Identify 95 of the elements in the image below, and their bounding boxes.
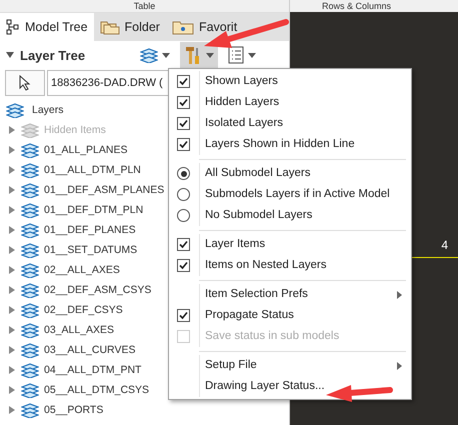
checkbox[interactable]: [177, 75, 190, 88]
layer-stack-icon: [21, 222, 39, 238]
layer-item[interactable]: 01__ALL_DTM_PLN: [44, 164, 141, 176]
layer-item[interactable]: 04__ALL_DTM_PNT: [44, 364, 142, 376]
check-icon: [179, 77, 188, 86]
layer-stack-icon: [21, 362, 39, 378]
expand-arrow-icon[interactable]: [8, 306, 16, 314]
panel-title: Layer Tree: [20, 48, 86, 62]
layer-stack-icon: [21, 162, 39, 178]
menu-item[interactable]: Setup File: [169, 355, 411, 376]
submenu-arrow-icon: [397, 290, 402, 298]
check-icon: [179, 240, 188, 249]
checkbox[interactable]: [177, 117, 190, 130]
caret-icon: [248, 52, 256, 58]
radio-button[interactable]: [177, 188, 190, 201]
layer-stack-icon: [21, 342, 39, 358]
callout-arrow: [326, 385, 393, 402]
expand-arrow-icon[interactable]: [8, 226, 16, 234]
checkbox[interactable]: [177, 96, 190, 109]
expand-arrow-icon[interactable]: [8, 246, 16, 254]
layer-stack-icon: [6, 102, 24, 118]
layer-stack-icon: [21, 202, 39, 218]
ribbon-group-label: Rows & Columns: [322, 0, 392, 12]
layer-stack-icon: [21, 302, 39, 318]
layer-stack-icon: [21, 322, 39, 338]
menu-item[interactable]: Propagate Status: [169, 305, 411, 326]
expand-arrow-icon[interactable]: [8, 166, 16, 174]
radio-button[interactable]: [177, 209, 190, 222]
dimension-label: 4: [441, 238, 448, 252]
menu-item[interactable]: Submodels Layers if in Active Model: [169, 184, 411, 205]
layer-item[interactable]: 03__ALL_CURVES: [44, 344, 136, 356]
caret-icon: [206, 52, 214, 58]
layer-stack-icon: [21, 282, 39, 298]
expand-arrow-icon[interactable]: [8, 406, 16, 414]
layer-item[interactable]: 02__DEF_ASM_CSYS: [44, 284, 152, 296]
layer-stack-icon: [21, 142, 39, 158]
expand-arrow-icon[interactable]: [8, 206, 16, 214]
layer-item[interactable]: 03_ALL_AXES: [44, 324, 114, 336]
menu-item[interactable]: Items on Nested Layers: [169, 255, 411, 276]
tree-icon: [6, 19, 20, 35]
layer-stack-icon: [21, 242, 39, 258]
expand-arrow-icon[interactable]: [8, 386, 16, 394]
layer-item[interactable]: 01__SET_DATUMS: [44, 244, 138, 256]
checkbox[interactable]: [177, 309, 190, 322]
layer-stack-icon: [21, 402, 39, 418]
pointer-icon: [19, 75, 31, 91]
menu-item[interactable]: Layer Items: [169, 234, 411, 255]
check-icon: [179, 98, 188, 107]
menu-item[interactable]: All Submodel Layers: [169, 163, 411, 184]
folders-icon: [100, 19, 120, 35]
menu-item[interactable]: Layers Shown in Hidden Line: [169, 134, 411, 155]
layer-stack-icon: [21, 182, 39, 198]
panel-tab[interactable]: Favorit: [166, 13, 244, 41]
select-button[interactable]: [5, 70, 45, 96]
star-folder-icon: [172, 19, 194, 35]
checkbox[interactable]: [177, 259, 190, 272]
layer-item[interactable]: 01__DEF_ASM_PLANES: [44, 184, 164, 196]
layer-stack-icon: [140, 47, 158, 63]
submenu-arrow-icon: [397, 362, 402, 370]
layer-item[interactable]: 02__DEF_CSYS: [44, 304, 123, 316]
check-icon: [179, 311, 188, 320]
layer-stack-icon: [21, 122, 39, 138]
tools-button[interactable]: [180, 42, 218, 68]
layer-item[interactable]: 02__ALL_AXES: [44, 264, 120, 276]
collapse-arrow-icon[interactable]: [6, 51, 14, 59]
hammer-screwdriver-icon: [184, 45, 202, 65]
expand-arrow-icon[interactable]: [8, 326, 16, 334]
check-icon: [179, 140, 188, 149]
layer-item[interactable]: 01__DEF_PLANES: [44, 224, 136, 236]
expand-arrow-icon[interactable]: [8, 146, 16, 154]
check-icon: [179, 119, 188, 128]
panel-tab[interactable]: Folder: [94, 13, 166, 41]
caret-icon: [162, 52, 170, 58]
layer-item[interactable]: 05__ALL_DTM_CSYS: [44, 384, 150, 396]
checkbox[interactable]: [177, 138, 190, 151]
layer-item[interactable]: 01_ALL_PLANES: [44, 144, 128, 156]
layer-item[interactable]: 05__PORTS: [44, 404, 104, 416]
expand-arrow-icon[interactable]: [8, 266, 16, 274]
radio-button[interactable]: [177, 167, 190, 180]
layer-stack-icon: [21, 382, 39, 398]
list-icon: [228, 46, 244, 64]
tree-root-label[interactable]: Layers: [32, 104, 64, 116]
layer-stack-icon: [21, 262, 39, 278]
expand-arrow-icon[interactable]: [8, 186, 16, 194]
expand-arrow-icon[interactable]: [8, 366, 16, 374]
menu-item[interactable]: Isolated Layers: [169, 113, 411, 134]
menu-item[interactable]: Item Selection Prefs: [169, 284, 411, 305]
expand-arrow-icon[interactable]: [8, 286, 16, 294]
layer-item[interactable]: 01__DEF_DTM_PLN: [44, 204, 144, 216]
expand-arrow-icon[interactable]: [8, 346, 16, 354]
check-icon: [179, 261, 188, 270]
menu-item[interactable]: No Submodel Layers: [169, 205, 411, 226]
checkbox[interactable]: [177, 238, 190, 251]
panel-tab[interactable]: Model Tree: [0, 13, 94, 41]
ribbon-group-label: Table: [134, 0, 156, 12]
